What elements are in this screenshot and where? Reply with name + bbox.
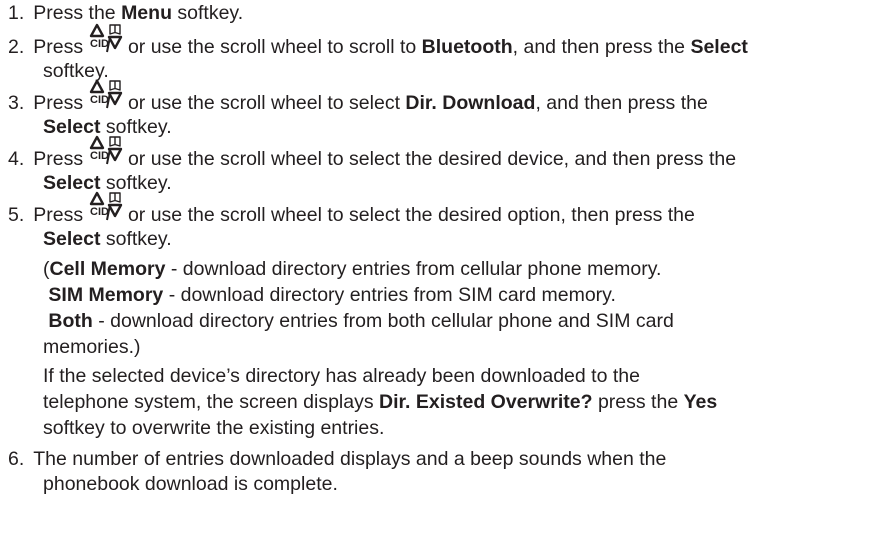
- option-cell-memory: (Cell Memory - download directory entrie…: [43, 256, 661, 282]
- both-label: Both: [48, 310, 93, 332]
- cid-directory-scroll-icon: CID: [89, 23, 122, 53]
- cid-directory-scroll-icon: CID: [89, 135, 122, 165]
- svg-text:CID: CID: [90, 206, 109, 218]
- step-6-line-2: phonebook download is complete.: [43, 471, 338, 497]
- step-number: 4.: [8, 148, 25, 170]
- dir-existed-overwrite-label: Dir. Existed Overwrite?: [379, 391, 593, 413]
- dir-download-menu-label: Dir. Download: [405, 92, 536, 114]
- note-line-2: telephone system, the screen displays Di…: [43, 389, 717, 415]
- step-number: 5.: [8, 204, 25, 226]
- step-text: or use the scroll wheel to select: [122, 92, 406, 114]
- step-text: Press: [33, 36, 89, 58]
- menu-softkey-label: Menu: [121, 2, 172, 24]
- note-text: telephone system, the screen displays: [43, 391, 380, 413]
- option-sim-memory: SIM Memory - download directory entries …: [43, 282, 616, 308]
- option-text: - download directory entries from SIM ca…: [163, 284, 616, 306]
- cid-directory-scroll-icon: CID: [89, 191, 122, 221]
- step-text: phonebook download is complete.: [43, 473, 338, 495]
- svg-text:CID: CID: [90, 94, 109, 106]
- option-text: - download directory entries from both c…: [92, 310, 674, 332]
- note-text: softkey to overwrite the existing entrie…: [43, 417, 385, 439]
- step-number: 2.: [8, 36, 25, 58]
- step-5-line-2: Select softkey.: [43, 226, 172, 252]
- note-line-3: softkey to overwrite the existing entrie…: [43, 415, 384, 441]
- option-text: - download directory entries from cellul…: [165, 258, 662, 280]
- note-text: press the: [592, 391, 684, 413]
- step-text: , and then press the: [535, 92, 708, 114]
- yes-softkey-label: Yes: [683, 391, 718, 413]
- note-line-1: If the selected device’s directory has a…: [43, 363, 640, 389]
- option-both: Both - download directory entries from b…: [43, 308, 674, 334]
- step-number: 3.: [8, 92, 25, 114]
- step-text: Press: [33, 92, 89, 114]
- select-softkey-label: Select: [43, 228, 101, 250]
- step-text: softkey.: [43, 60, 109, 82]
- instruction-page: 1. Press the Menu softkey. 2. Press CID or…: [0, 0, 877, 559]
- bluetooth-menu-label: Bluetooth: [421, 36, 513, 58]
- step-text: softkey.: [171, 2, 244, 24]
- step-text: or use the scroll wheel to scroll to: [122, 36, 422, 58]
- step-text: softkey.: [100, 172, 172, 194]
- step-2-line-1: 2. Press CID or use the scroll wheel to s…: [8, 23, 748, 59]
- sim-memory-label: SIM Memory: [48, 284, 164, 306]
- cell-memory-label: Cell Memory: [49, 258, 166, 280]
- step-number: 1.: [8, 2, 25, 24]
- step-text: Press: [33, 148, 89, 170]
- step-6-line-1: 6. The number of entries downloaded displ…: [8, 446, 666, 472]
- cid-directory-scroll-icon: CID: [89, 79, 122, 109]
- select-softkey-label: Select: [43, 172, 101, 194]
- note-text: If the selected device’s directory has a…: [43, 365, 640, 387]
- step-text: or use the scroll wheel to select the de…: [122, 204, 695, 226]
- step-4-line-1: 4. Press CID or use the scroll wheel to s…: [8, 135, 737, 171]
- step-3-line-1: 3. Press CID or use the scroll wheel to s…: [8, 79, 708, 115]
- step-text: Press: [33, 204, 89, 226]
- svg-text:CID: CID: [90, 150, 109, 162]
- step-text: softkey.: [100, 116, 172, 138]
- step-text: or use the scroll wheel to select the de…: [122, 148, 737, 170]
- step-text: The number of entries downloaded display…: [33, 448, 667, 470]
- svg-text:CID: CID: [90, 38, 109, 50]
- option-text: memories.): [43, 336, 141, 358]
- step-text: , and then press the: [512, 36, 691, 58]
- step-number: 6.: [8, 448, 25, 470]
- options-end: memories.): [43, 334, 141, 360]
- select-softkey-label: Select: [43, 116, 101, 138]
- step-5-line-1: 5. Press CID or use the scroll wheel to s…: [8, 191, 695, 227]
- step-1: 1. Press the Menu softkey.: [8, 0, 243, 26]
- step-text: softkey.: [100, 228, 172, 250]
- step-text: Press the: [33, 2, 122, 24]
- select-softkey-label: Select: [690, 36, 748, 58]
